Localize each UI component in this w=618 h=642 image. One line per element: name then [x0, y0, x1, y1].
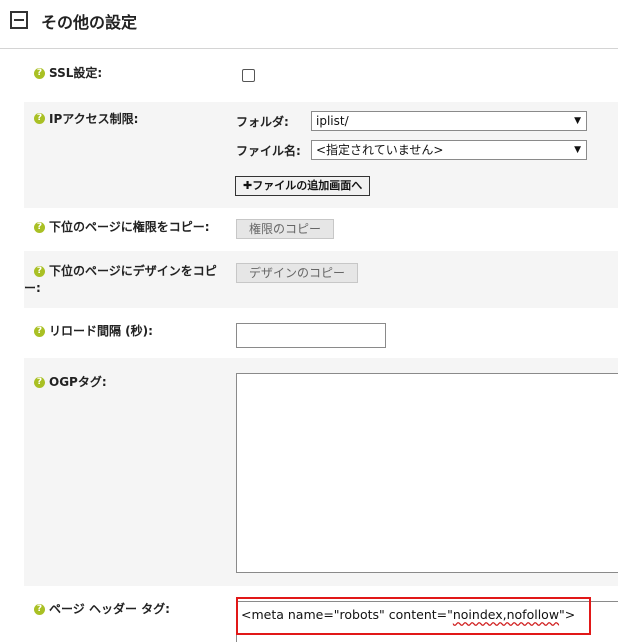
highlight-annotation-box — [236, 597, 591, 635]
copy-design-button[interactable]: デザインのコピー — [236, 263, 359, 283]
section-title: その他の設定 — [41, 13, 138, 32]
settings-page: その他の設定 ? SSL設定: ? IPアクセス制限: フォルダ: iplist… — [0, 0, 618, 642]
row-copy-design: ? 下位のページにデザインをコピ ー: デザインのコピー — [24, 251, 618, 308]
copy-permission-button[interactable]: 権限のコピー — [236, 219, 335, 239]
folder-label: フォルダ: — [236, 115, 289, 129]
section-header: その他の設定 — [0, 0, 618, 49]
page-header-tag-label: ページ ヘッダー タグ: — [49, 602, 170, 616]
ip-access-label: IPアクセス制限: — [49, 112, 139, 126]
help-icon[interactable]: ? — [34, 377, 45, 388]
row-ogp-tag: ? OGPタグ: — [24, 358, 618, 586]
row-ssl: ? SSL設定: — [24, 49, 618, 102]
ogp-tag-textarea[interactable] — [236, 373, 618, 573]
help-icon[interactable]: ? — [34, 222, 45, 233]
row-ip-access: ? IPアクセス制限: フォルダ: iplist/ ▼ ファイル名: <指定され… — [24, 102, 618, 208]
help-icon[interactable]: ? — [34, 113, 45, 124]
ssl-label: SSL設定: — [49, 66, 103, 80]
copy-permission-label: 下位のページに権限をコピー: — [49, 220, 210, 234]
file-select-value: <指定されていません> — [316, 143, 444, 157]
copy-design-label: 下位のページにデザインをコピ ー: — [24, 263, 217, 297]
copy-design-label-line1: 下位のページにデザインをコピ — [49, 264, 217, 278]
help-icon[interactable]: ? — [34, 326, 45, 337]
file-select[interactable]: <指定されていません> ▼ — [311, 140, 587, 160]
folder-select-value: iplist/ — [316, 114, 349, 128]
row-copy-permission: ? 下位のページに権限をコピー: 権限のコピー — [24, 208, 618, 251]
help-icon[interactable]: ? — [34, 266, 45, 277]
add-file-button[interactable]: ✚ファイルの追加画面へ — [235, 176, 371, 196]
reload-interval-input[interactable] — [236, 323, 386, 348]
folder-select[interactable]: iplist/ ▼ — [311, 111, 587, 131]
file-label: ファイル名: — [236, 144, 301, 158]
collapse-toggle-icon[interactable] — [10, 11, 28, 29]
ssl-checkbox[interactable] — [242, 69, 255, 82]
dropdown-arrow-icon: ▼ — [574, 145, 581, 155]
dropdown-arrow-icon: ▼ — [574, 116, 581, 126]
ogp-tag-label: OGPタグ: — [49, 375, 107, 389]
help-icon[interactable]: ? — [34, 604, 45, 615]
copy-design-label-line2: ー: — [24, 281, 41, 295]
help-icon[interactable]: ? — [34, 68, 45, 79]
reload-interval-label: リロード間隔 (秒): — [49, 324, 153, 338]
row-reload-interval: ? リロード間隔 (秒): — [24, 308, 618, 358]
